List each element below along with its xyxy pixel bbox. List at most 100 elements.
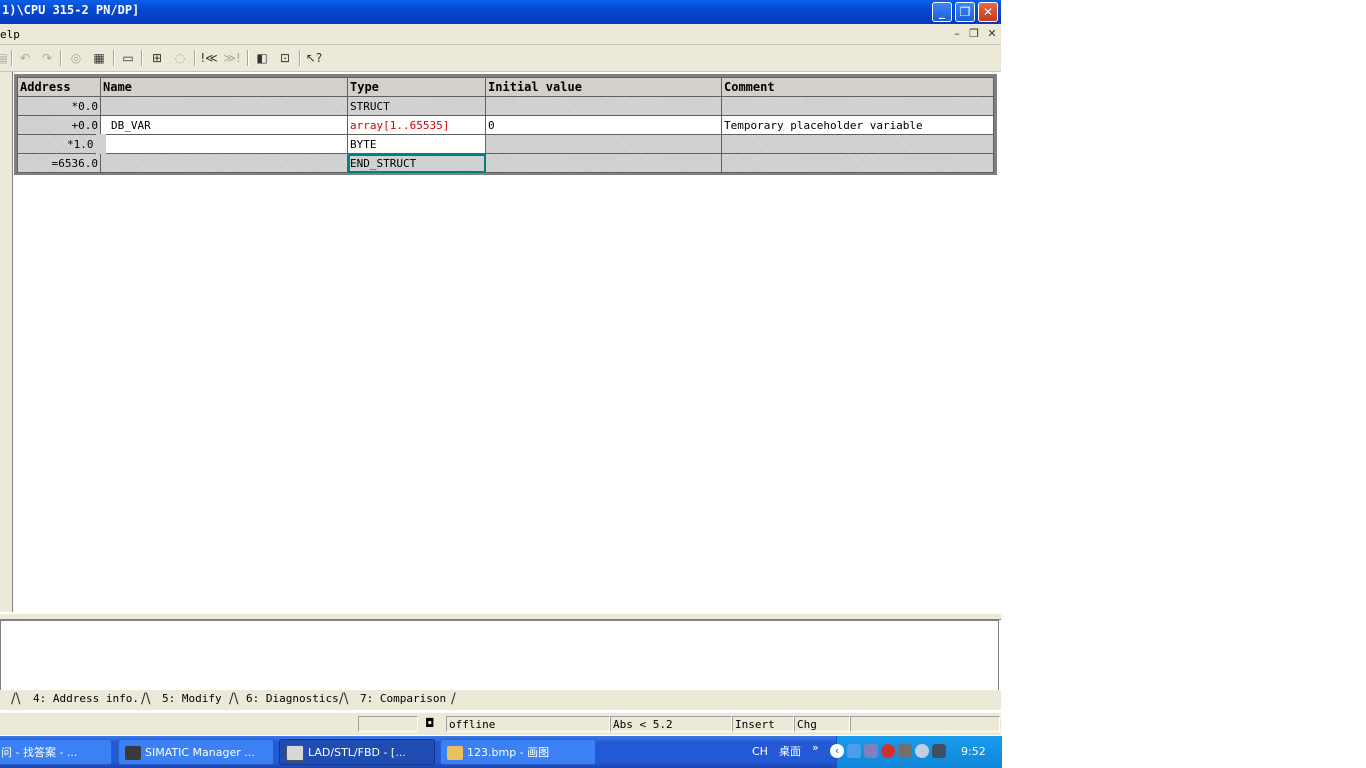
status-chg: Chg — [794, 716, 850, 732]
cell-name[interactable] — [95, 134, 348, 154]
window-title: 1)\CPU 315-2 PN/DP] — [2, 3, 140, 17]
cell-initial-value[interactable] — [485, 134, 722, 154]
cell-name[interactable]: DB_VAR — [100, 115, 348, 135]
details-tabs: /\ 4: Address info. /\ 5: Modify /\ 6: D… — [0, 690, 1001, 710]
print-icon: ▤ — [0, 51, 8, 65]
desktop-toolbar[interactable]: 桌面 — [779, 743, 801, 759]
menu-bar: elp – ❐ ✕ — [0, 24, 1001, 45]
zoom-button[interactable]: ⊡ — [275, 48, 295, 68]
details-panel[interactable] — [0, 620, 999, 692]
cell-type[interactable]: BYTE — [347, 134, 486, 154]
tab-divider: /\ — [339, 691, 349, 707]
cell-comment[interactable] — [721, 134, 994, 154]
tab-address-info[interactable]: 4: Address info. — [33, 690, 139, 708]
table-row[interactable]: +0.0 DB_VAR array[1..65535] 0 Temporary … — [17, 115, 994, 135]
monitor-off-button[interactable]: ◌ — [170, 48, 190, 68]
chevron-left-icon[interactable]: ‹ — [830, 744, 844, 758]
download-button[interactable]: ▦ — [89, 48, 109, 68]
cell-comment[interactable] — [721, 153, 994, 173]
toolbar-separator — [11, 50, 13, 66]
paint-icon — [447, 746, 463, 760]
restore-icon: ❐ — [959, 5, 971, 19]
taskbar-item-label: SIMATIC Manager ... — [145, 746, 255, 759]
tab-divider: /\ — [229, 691, 239, 707]
system-tray: ‹ 9:52 — [830, 736, 1002, 768]
cell-name[interactable] — [100, 153, 348, 173]
network-tray-icon[interactable] — [847, 744, 861, 758]
cell-name[interactable] — [100, 96, 348, 116]
next-button[interactable]: ≫! — [222, 48, 242, 68]
toolbar-separator — [194, 50, 196, 66]
mdi-close-button[interactable]: ✕ — [985, 27, 999, 40]
tab-divider: / — [451, 691, 456, 707]
close-icon: ✕ — [982, 5, 994, 19]
minimize-button[interactable]: _ — [932, 2, 952, 22]
tool-tray-icon[interactable] — [932, 744, 946, 758]
close-button[interactable]: ✕ — [978, 2, 998, 22]
accessible-nodes-button[interactable]: ▭ — [118, 48, 138, 68]
title-bar[interactable]: 1)\CPU 315-2 PN/DP] _ ❐ ✕ — [0, 0, 1001, 24]
cell-initial-value[interactable]: 0 — [485, 115, 722, 135]
chevron-right-icon[interactable]: » — [812, 741, 819, 754]
status-field-extra — [850, 716, 1000, 732]
search-tray-icon[interactable] — [915, 744, 929, 758]
cell-comment[interactable]: Temporary placeholder variable — [721, 115, 994, 135]
tab-diagnostics[interactable]: 6: Diagnostics — [246, 690, 339, 708]
column-header-type[interactable]: Type — [347, 77, 486, 97]
context-help-button[interactable]: ↖? — [304, 48, 324, 68]
column-header-address[interactable]: Address — [17, 77, 101, 97]
cell-type[interactable]: STRUCT — [347, 96, 486, 116]
toolbar-separator — [60, 50, 62, 66]
table-row[interactable]: =6536.0 END_STRUCT — [17, 153, 994, 173]
tab-modify[interactable]: 5: Modify — [162, 690, 222, 708]
table-row[interactable]: *1.0 BYTE — [17, 134, 994, 154]
column-header-name[interactable]: Name — [100, 77, 348, 97]
taskbar-item-label: 123.bmp - 画图 — [467, 746, 550, 759]
user-tray-icon[interactable] — [898, 744, 912, 758]
tab-divider: /\ — [141, 691, 151, 707]
column-header-initial-value[interactable]: Initial value — [485, 77, 722, 97]
toolbar: ▤ ↶ ↷ ◎ ▦ ▭ ⊞ ◌ !≪ ≫! ◧ ⊡ ↖? — [0, 45, 1001, 72]
cell-comment[interactable] — [721, 96, 994, 116]
glasses-icon: ◎ — [70, 51, 82, 65]
table-row[interactable]: *0.0 STRUCT — [17, 96, 994, 116]
redo-icon: ↷ — [41, 51, 53, 65]
column-header-comment[interactable]: Comment — [721, 77, 994, 97]
connection-tray-icon[interactable] — [864, 744, 878, 758]
restore-button[interactable]: ❐ — [955, 2, 975, 22]
redo-button[interactable]: ↷ — [37, 48, 57, 68]
status-insert: Insert — [732, 716, 794, 732]
cell-initial-value[interactable] — [485, 96, 722, 116]
cell-initial-value[interactable] — [485, 153, 722, 173]
cell-address: *1.0 — [17, 134, 101, 154]
clock[interactable]: 9:52 — [961, 745, 986, 758]
menu-help[interactable]: elp — [0, 28, 20, 41]
mdi-minimize-button[interactable]: – — [950, 27, 964, 40]
status-field-empty — [358, 716, 418, 732]
taskbar-item-paint[interactable]: 123.bmp - 画图 — [440, 739, 596, 765]
shield-icon[interactable] — [881, 744, 895, 758]
taskbar-item-browser[interactable]: 问 - 找答案 - ... — [0, 739, 112, 765]
overview-button[interactable]: ◧ — [252, 48, 272, 68]
network-button[interactable]: ⊞ — [147, 48, 167, 68]
taskbar-item-lad-stl-fbd[interactable]: LAD/STL/FBD - [... — [279, 739, 435, 765]
tab-comparison[interactable]: 7: Comparison — [360, 690, 446, 708]
connection-icon: ◘ — [425, 716, 435, 730]
status-bar: ◘ offline Abs < 5.2 Insert Chg — [0, 712, 1001, 735]
previous-button[interactable]: !≪ — [199, 48, 219, 68]
language-indicator[interactable]: CH — [752, 745, 768, 758]
lad-icon — [286, 745, 304, 761]
cell-type[interactable]: array[1..65535] — [347, 115, 486, 135]
monitor-button[interactable]: ◎ — [66, 48, 86, 68]
mdi-restore-button[interactable]: ❐ — [967, 27, 981, 40]
simatic-icon — [125, 746, 141, 760]
glasses-off-icon: ◌ — [174, 51, 186, 65]
cell-type-selected[interactable]: END_STRUCT — [347, 153, 486, 173]
taskbar-item-simatic-manager[interactable]: SIMATIC Manager ... — [118, 739, 274, 765]
previous-icon: !≪ — [200, 51, 218, 65]
panel-splitter[interactable] — [0, 613, 1001, 620]
cell-address: =6536.0 — [17, 153, 101, 173]
undo-button[interactable]: ↶ — [15, 48, 35, 68]
tab-divider: /\ — [11, 691, 21, 707]
status-abs: Abs < 5.2 — [610, 716, 732, 732]
